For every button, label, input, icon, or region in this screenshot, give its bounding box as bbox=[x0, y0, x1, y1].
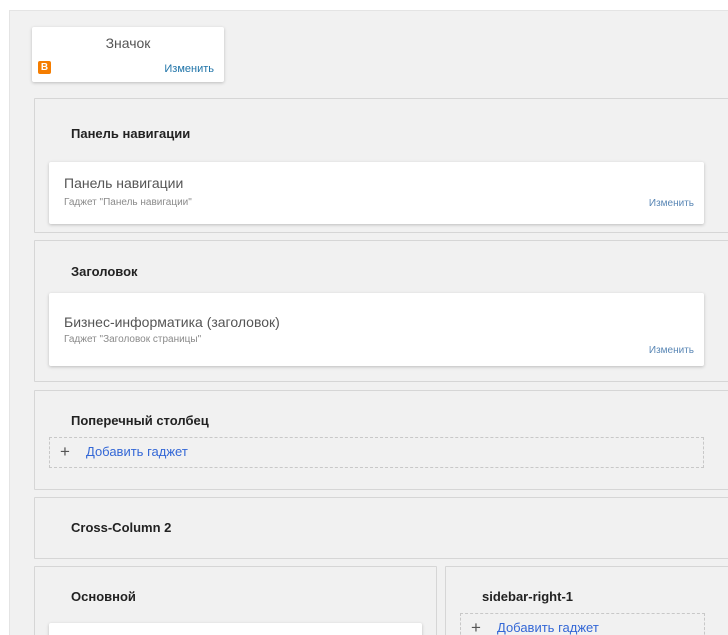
sidebar-add-gadget-button[interactable]: + Добавить гаджет bbox=[460, 613, 705, 635]
widget-header-title: Бизнес-информатика (заголовок) bbox=[64, 314, 280, 330]
layout-canvas: Значок B Изменить Панель навигации Панел… bbox=[9, 10, 728, 635]
section-header-title: Заголовок bbox=[71, 264, 138, 279]
widget-header: Бизнес-информатика (заголовок) Гаджет "З… bbox=[49, 293, 704, 366]
section-sidebar-right-1-title: sidebar-right-1 bbox=[482, 589, 574, 604]
section-header: Заголовок Бизнес-информатика (заголовок)… bbox=[34, 240, 728, 382]
widget-main-placeholder bbox=[49, 623, 422, 635]
blogger-icon: B bbox=[38, 61, 51, 74]
section-cross-column-title: Поперечный столбец bbox=[71, 413, 209, 428]
plus-icon: + bbox=[60, 442, 70, 461]
section-cross-column: Поперечный столбец + Добавить гаджет bbox=[34, 390, 728, 490]
add-gadget-label: Добавить гаджет bbox=[86, 444, 188, 459]
widget-navbar-edit-link[interactable]: Изменить bbox=[649, 198, 694, 209]
favicon-edit-link[interactable]: Изменить bbox=[164, 63, 214, 75]
section-navbar-title: Панель навигации bbox=[71, 126, 191, 141]
section-main: Основной bbox=[34, 566, 437, 635]
plus-icon: + bbox=[471, 618, 481, 635]
section-sidebar-right-1: sidebar-right-1 + Добавить гаджет bbox=[445, 566, 728, 635]
widget-navbar-subtitle: Гаджет "Панель навигации" bbox=[64, 197, 192, 208]
add-gadget-button[interactable]: + Добавить гаджет bbox=[49, 437, 704, 468]
section-main-title: Основной bbox=[71, 589, 136, 604]
widget-navbar: Панель навигации Гаджет "Панель навигаци… bbox=[49, 162, 704, 224]
favicon-title: Значок bbox=[105, 35, 151, 51]
widget-header-edit-link[interactable]: Изменить bbox=[649, 345, 694, 356]
section-navbar: Панель навигации Панель навигации Гаджет… bbox=[34, 98, 728, 233]
favicon-widget: Значок B Изменить bbox=[32, 27, 224, 82]
widget-header-subtitle: Гаджет "Заголовок страницы" bbox=[64, 334, 202, 345]
widget-navbar-title: Панель навигации bbox=[64, 175, 184, 191]
section-cross-column-2-title: Cross-Column 2 bbox=[71, 520, 172, 535]
section-cross-column-2: Cross-Column 2 bbox=[34, 497, 728, 559]
sidebar-add-gadget-label: Добавить гаджет bbox=[497, 620, 599, 635]
